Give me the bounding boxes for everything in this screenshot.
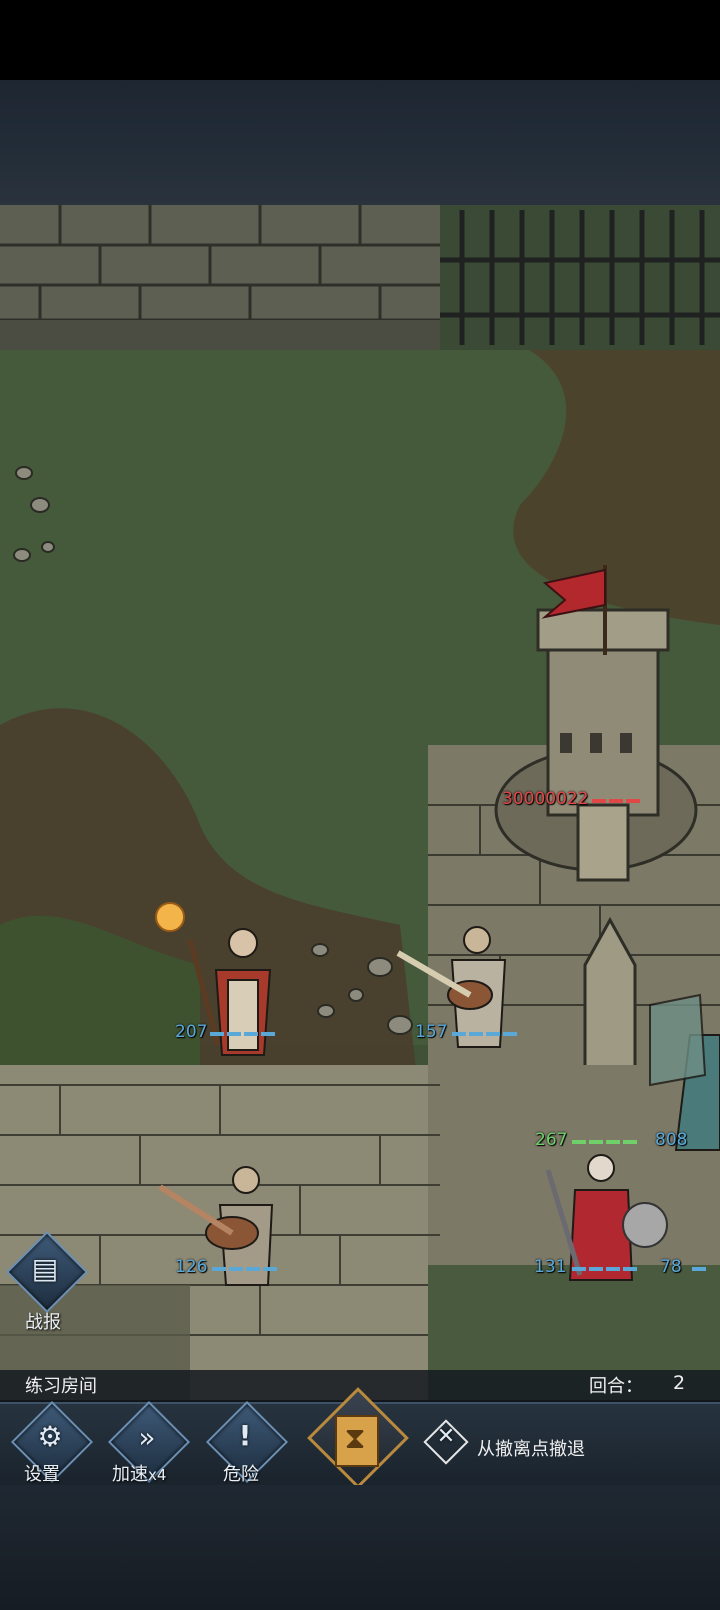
ally-bard-bottom-hp: 126 xyxy=(175,1257,208,1277)
ally-bard-bottom-hp-bar xyxy=(212,1267,277,1271)
exclamation-icon: ! xyxy=(238,1419,252,1452)
gear-icon: ⚙ xyxy=(37,1420,63,1453)
obelisk-hp-bar xyxy=(572,1140,637,1144)
frame-bottom-panel xyxy=(0,1485,720,1610)
ally-bard-top-hp: 157 xyxy=(415,1022,448,1042)
ally-mage-hp-bar xyxy=(210,1032,275,1036)
end-turn-button[interactable]: ⧗ xyxy=(305,1387,409,1489)
enemy-priest-hp: 131 xyxy=(534,1257,567,1277)
battle-map[interactable]: 207 157 126 30000022 267 131 808 78 ▤ 战报 xyxy=(0,205,720,1400)
settings-label: 设置 xyxy=(24,1464,60,1485)
document-icon: ▤ xyxy=(31,1252,59,1285)
battle-report-button[interactable]: ▤ 战报 xyxy=(5,1230,89,1333)
retreat-label: 从撤离点撤退 xyxy=(477,1439,585,1460)
hourglass-icon: ⧗ xyxy=(344,1421,366,1456)
enemy-tower-hp-bar xyxy=(592,799,640,803)
frame-top-panel xyxy=(0,80,720,205)
round-label: 回合： xyxy=(589,1376,643,1397)
obelisk-hp: 267 xyxy=(535,1130,568,1150)
room-name: 练习房间 xyxy=(25,1376,97,1397)
ally-mage-hp: 207 xyxy=(175,1022,208,1042)
enemy-far-hp: 78 xyxy=(660,1257,682,1277)
speed-label: 加速x4 xyxy=(112,1464,167,1485)
crossed-swords-icon: ✕ xyxy=(436,1424,456,1449)
enemy-tower-hp: 30000022 xyxy=(502,789,589,809)
speed-multiplier: x4 xyxy=(148,1466,167,1484)
danger-label: 危险 xyxy=(223,1464,259,1485)
enemy-far-hp-bar xyxy=(692,1267,706,1271)
fast-forward-icon: » xyxy=(138,1421,156,1454)
danger-button[interactable]: ! 危险 xyxy=(205,1400,289,1485)
enemy-right-hp: 808 xyxy=(655,1130,688,1150)
ally-bard-top-hp-bar xyxy=(452,1032,517,1036)
enemy-priest-hp-bar xyxy=(572,1267,637,1271)
screen-top-bar xyxy=(0,0,720,80)
settings-button[interactable]: ⚙ 设置 xyxy=(10,1400,94,1485)
speed-button[interactable]: » 加速x4 xyxy=(105,1400,195,1485)
battle-report-label: 战报 xyxy=(25,1312,61,1333)
round-number: 2 xyxy=(673,1372,686,1394)
